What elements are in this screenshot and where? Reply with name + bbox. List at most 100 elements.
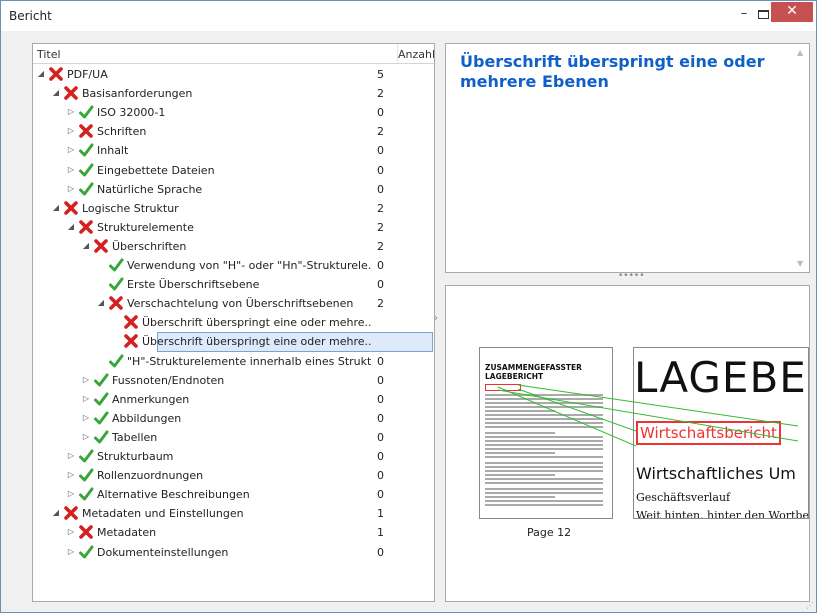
tree-row[interactable]: ▷ ISO 32000-1 0	[33, 103, 434, 122]
red-x-icon	[48, 66, 64, 82]
collapse-arrow-icon[interactable]: ›	[434, 313, 444, 327]
page-preview: ZUSAMMENGEFASSTER LAGEBERICHT Page 12 LA…	[445, 285, 810, 602]
scroll-up-icon[interactable]: ▲	[797, 48, 803, 57]
green-check-icon	[78, 162, 94, 178]
tree-row[interactable]: ▷ Alternative Beschreibungen 0	[33, 485, 434, 504]
tree-row-label: Basisanforderungen	[82, 87, 193, 101]
tree-row[interactable]: ▷ Inhalt 0	[33, 141, 434, 160]
tree-row[interactable]: Verwendung von "H"- oder "Hn"-Strukturel…	[33, 256, 434, 275]
tree-row[interactable]: ◢ Überschriften 2	[33, 237, 434, 256]
expand-toggle-icon[interactable]: ▷	[82, 413, 90, 423]
tree-row[interactable]: ▷ Metadaten 1	[33, 523, 434, 542]
report-window: Bericht – ✕ Titel Anzahl ◢ PDF/UA 5 ◢ Basisa…	[0, 0, 817, 613]
expand-toggle-icon[interactable]: ▷	[67, 107, 75, 117]
message-panel: Überschrift überspringt eine oder mehrer…	[445, 43, 810, 273]
tree-row-count: 2	[377, 125, 384, 139]
tree-row-count: 2	[377, 239, 384, 253]
close-button[interactable]: ✕	[771, 2, 813, 22]
scroll-down-icon[interactable]: ▼	[797, 259, 803, 268]
green-check-icon	[78, 181, 94, 197]
expand-toggle-icon[interactable]: ▷	[67, 165, 75, 175]
tree-row-count: 2	[377, 201, 384, 215]
expand-toggle-icon[interactable]: ▷	[82, 432, 90, 442]
tree-row-label: Verwendung von "H"- oder "Hn"-Strukturel…	[127, 259, 371, 272]
tree-row[interactable]: ◢ Strukturelemente 2	[33, 218, 434, 237]
expand-toggle-icon[interactable]: ▷	[67, 470, 75, 480]
tree-row-count: 1	[377, 526, 384, 540]
tree-row[interactable]: "H"-Strukturelemente innerhalb eines Str…	[33, 352, 434, 371]
green-check-icon	[78, 544, 94, 560]
expand-toggle-icon[interactable]: ▷	[82, 394, 90, 404]
tree-row-count: 0	[377, 488, 384, 502]
tree-row-label: Fussnoten/Endnoten	[112, 373, 225, 387]
collapse-toggle-icon[interactable]: ◢	[97, 298, 105, 308]
tree-row-label: Eingebettete Dateien	[97, 163, 215, 177]
green-check-icon	[108, 257, 124, 273]
tree-header: Titel Anzahl	[33, 44, 434, 64]
tree-row[interactable]: ◢ Metadaten und Einstellungen 1	[33, 504, 434, 523]
expand-toggle-icon[interactable]: ▷	[67, 126, 75, 136]
window-title: Bericht	[9, 9, 52, 23]
tree-row[interactable]: ◢ PDF/UA 5	[33, 65, 434, 84]
tree-row-count: 2	[377, 87, 384, 101]
expand-toggle-icon[interactable]: ▷	[67, 184, 75, 194]
message-scrollbar[interactable]: ▲ ▼	[793, 44, 809, 272]
column-header-count[interactable]: Anzahl	[398, 48, 434, 61]
tree-row-label: Logische Struktur	[82, 201, 179, 215]
expand-toggle-icon[interactable]: ▷	[67, 547, 75, 557]
red-x-icon	[63, 85, 79, 101]
resize-grip-icon[interactable]: ⋰	[806, 601, 814, 610]
expand-toggle-icon[interactable]: ▷	[67, 451, 75, 461]
tree-row-count: 0	[377, 450, 384, 463]
tree-row-count: 1	[377, 507, 384, 521]
collapse-toggle-icon[interactable]: ◢	[52, 508, 60, 518]
tree-row[interactable]: ▷ Abbildungen 0	[33, 409, 434, 428]
tree-row-label: Natürliche Sprache	[97, 182, 203, 196]
tree-row[interactable]: ◢ Verschachtelung von Überschriftsebenen 2	[33, 294, 434, 313]
green-check-icon	[93, 410, 109, 426]
column-header-title[interactable]: Titel	[37, 48, 61, 61]
tree-row-count: 0	[377, 392, 384, 406]
tree-row-count: 2	[377, 220, 384, 234]
expand-toggle-icon[interactable]: ▷	[67, 489, 75, 499]
tree-row[interactable]: ▷ Fussnoten/Endnoten 0	[33, 371, 434, 390]
message-text: Überschrift überspringt eine oder mehrer…	[460, 52, 765, 91]
tree-row[interactable]: Überschrift überspringt eine oder mehre.…	[33, 332, 434, 353]
tree-row-count: 0	[377, 106, 384, 120]
tree-row[interactable]: ▷ Tabellen 0	[33, 428, 434, 447]
tree-row-count: 5	[377, 68, 384, 81]
collapse-toggle-icon[interactable]: ◢	[67, 222, 75, 232]
tree-row[interactable]: ▷ Rollenzuordnungen 0	[33, 466, 434, 485]
tree-row-label: Erste Überschriftsebene	[127, 278, 260, 292]
collapse-toggle-icon[interactable]: ◢	[37, 69, 45, 79]
tree-row[interactable]: Überschrift überspringt eine oder mehre.…	[33, 313, 434, 332]
expand-toggle-icon[interactable]: ▷	[67, 145, 75, 155]
tree-row-label: Rollenzuordnungen	[97, 469, 204, 483]
expand-toggle-icon[interactable]: ▷	[82, 375, 90, 385]
collapse-toggle-icon[interactable]: ◢	[82, 241, 90, 251]
red-x-icon	[123, 314, 139, 330]
report-tree[interactable]: Titel Anzahl ◢ PDF/UA 5 ◢ Basisanforderungen…	[32, 43, 435, 602]
expand-toggle-icon[interactable]: ▷	[67, 527, 75, 537]
tree-row[interactable]: ▷ Dokumenteinstellungen 0	[33, 543, 434, 562]
tree-row[interactable]: ◢ Logische Struktur 2	[33, 199, 434, 218]
green-check-icon	[93, 372, 109, 388]
tree-row-label: Strukturbaum	[97, 450, 174, 463]
green-check-icon	[78, 142, 94, 158]
tree-row[interactable]: ▷ Anmerkungen 0	[33, 390, 434, 409]
tree-row-label: ISO 32000-1	[97, 106, 166, 120]
tree-row-label: Tabellen	[112, 430, 158, 444]
collapse-toggle-icon[interactable]: ◢	[52, 88, 60, 98]
tree-row-count: 0	[377, 430, 384, 444]
tree-row-count: 0	[377, 373, 384, 387]
tree-row[interactable]: ▷ Natürliche Sprache 0	[33, 180, 434, 199]
tree-row[interactable]: ▷ Schriften 2	[33, 122, 434, 141]
horizontal-splitter[interactable]: •••••	[445, 271, 809, 285]
tree-row-count: 0	[377, 259, 384, 272]
tree-row-label: Metadaten und Einstellungen	[82, 507, 244, 521]
tree-row[interactable]: ◢ Basisanforderungen 2	[33, 84, 434, 103]
tree-row[interactable]: ▷ Strukturbaum 0	[33, 447, 434, 466]
tree-row[interactable]: ▷ Eingebettete Dateien 0	[33, 161, 434, 180]
collapse-toggle-icon[interactable]: ◢	[52, 203, 60, 213]
tree-row[interactable]: Erste Überschriftsebene 0	[33, 275, 434, 294]
